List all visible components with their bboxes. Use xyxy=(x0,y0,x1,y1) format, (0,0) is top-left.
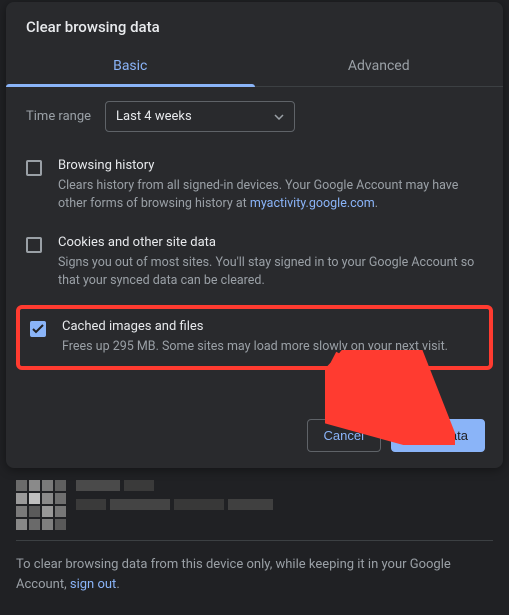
checkbox-browsing-history[interactable] xyxy=(26,160,42,176)
background-area: To clear browsing data from this device … xyxy=(0,468,509,595)
redacted-avatar-area xyxy=(16,480,493,530)
sign-out-link[interactable]: sign out xyxy=(70,577,116,592)
myactivity-link[interactable]: myactivity.google.com xyxy=(250,196,375,211)
option-title: Browsing history xyxy=(58,158,483,173)
tab-advanced[interactable]: Advanced xyxy=(255,48,504,86)
checkbox-cached-images[interactable] xyxy=(30,321,46,337)
time-range-row: Time range Last 4 weeks xyxy=(26,101,483,132)
cancel-button[interactable]: Cancel xyxy=(307,419,381,452)
option-text: Cached images and files Frees up 295 MB.… xyxy=(62,319,479,356)
option-description: Frees up 295 MB. Some sites may load mor… xyxy=(62,338,479,356)
option-title: Cookies and other site data xyxy=(58,235,483,250)
option-text: Browsing history Clears history from all… xyxy=(58,158,483,213)
dialog-title: Clear browsing data xyxy=(6,2,503,48)
clear-browsing-data-dialog: Clear browsing data Basic Advanced Time … xyxy=(6,2,503,468)
tab-bar: Basic Advanced xyxy=(6,48,503,87)
divider xyxy=(16,540,493,541)
clear-data-button[interactable]: Clear data xyxy=(391,419,485,452)
checkbox-cookies[interactable] xyxy=(26,237,42,253)
option-text: Cookies and other site data Signs you ou… xyxy=(58,235,483,290)
option-title: Cached images and files xyxy=(62,319,479,334)
option-cached-images[interactable]: Cached images and files Frees up 295 MB.… xyxy=(26,315,483,360)
time-range-value: Last 4 weeks xyxy=(116,109,192,124)
time-range-label: Time range xyxy=(26,109,91,124)
time-range-select[interactable]: Last 4 weeks xyxy=(105,101,295,132)
dialog-body: Time range Last 4 weeks Browsing history… xyxy=(6,87,503,405)
dialog-footer: Cancel Clear data xyxy=(6,405,503,468)
option-cookies[interactable]: Cookies and other site data Signs you ou… xyxy=(26,227,483,304)
option-browsing-history[interactable]: Browsing history Clears history from all… xyxy=(26,150,483,227)
chevron-down-icon xyxy=(274,109,284,124)
highlight-box: Cached images and files Frees up 295 MB.… xyxy=(16,305,493,370)
footer-note: To clear browsing data from this device … xyxy=(16,555,493,595)
option-description: Signs you out of most sites. You'll stay… xyxy=(58,254,483,290)
tab-basic[interactable]: Basic xyxy=(6,48,255,86)
option-description: Clears history from all signed-in device… xyxy=(58,177,483,213)
